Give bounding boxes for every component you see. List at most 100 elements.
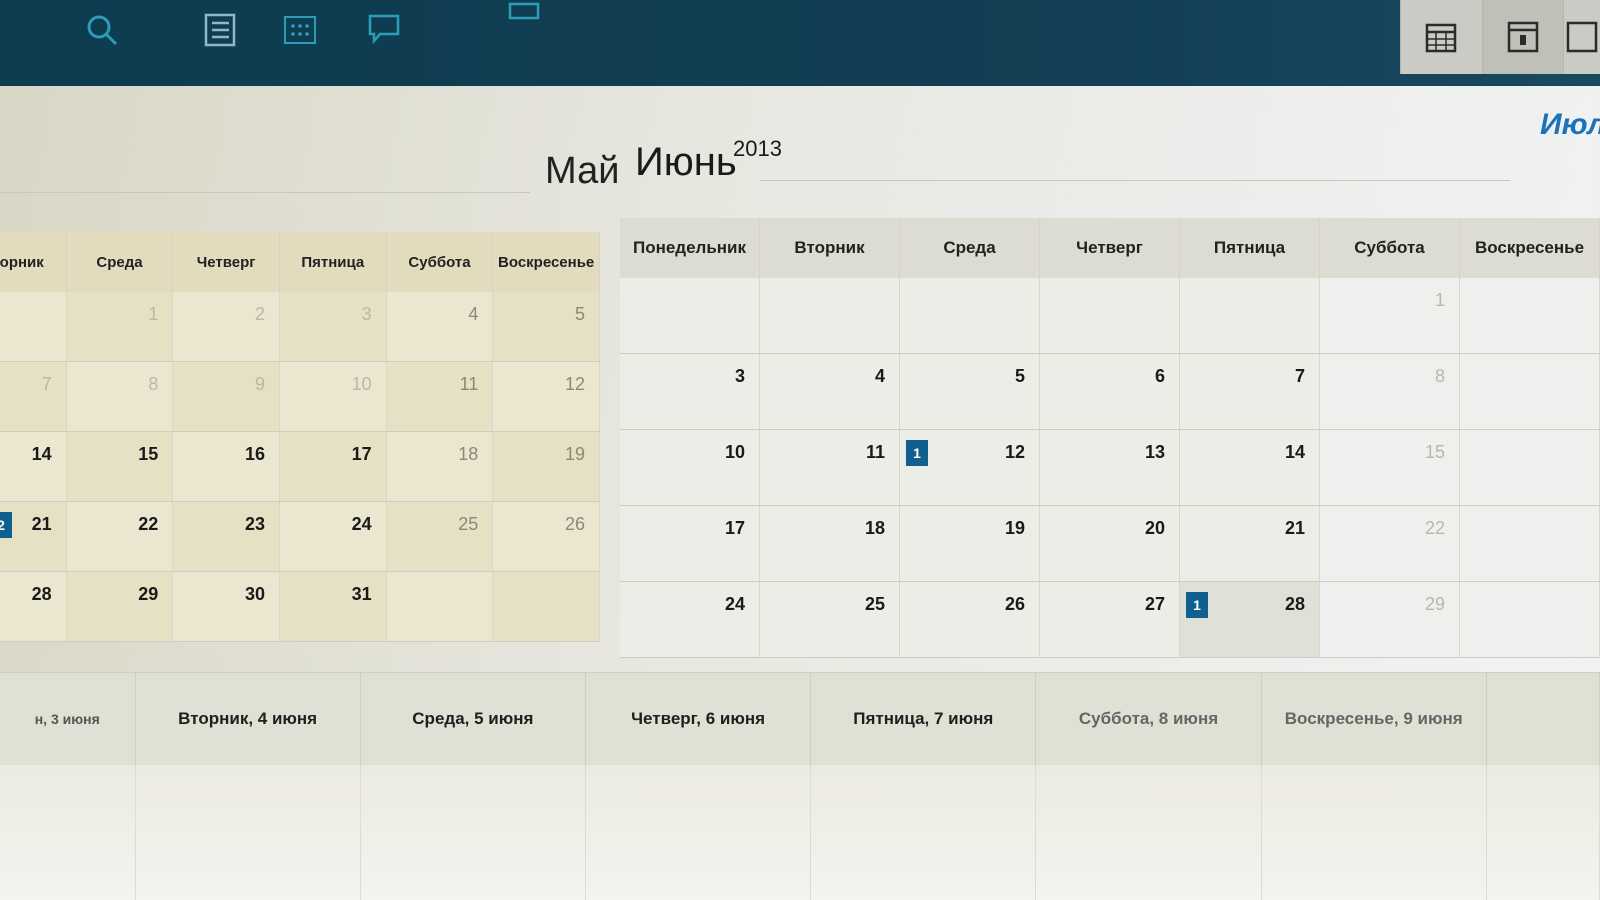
may-day-cell[interactable]: 17 — [279, 432, 387, 502]
day-number: 8 — [1434, 366, 1445, 386]
june-day-cell[interactable]: 25 — [760, 582, 900, 658]
month-view-button[interactable] — [1400, 0, 1482, 74]
week-day-header[interactable]: Вторник, 4 июня — [136, 673, 361, 765]
event-count-badge[interactable]: 1 — [906, 440, 928, 466]
june-day-cell[interactable]: 1 12 — [900, 430, 1040, 506]
june-day-cell[interactable]: 19 — [900, 506, 1040, 582]
june-day-cell[interactable] — [760, 278, 900, 354]
day-column[interactable] — [361, 765, 586, 900]
week-view-button[interactable] — [1563, 0, 1600, 74]
may-day-cell[interactable]: 19 — [493, 432, 600, 502]
previous-month-link[interactable]: Май — [545, 150, 619, 193]
week-day-header[interactable]: Воскресенье, 9 июня — [1262, 673, 1487, 765]
may-day-cell[interactable]: 25 — [386, 502, 494, 572]
may-day-cell[interactable] — [493, 572, 600, 642]
june-day-cell[interactable] — [1460, 278, 1600, 354]
may-day-cell[interactable]: 7 — [0, 362, 67, 432]
june-day-cell[interactable]: 22 — [1320, 506, 1460, 582]
day-column[interactable] — [136, 765, 361, 900]
may-day-cell[interactable]: 3 — [279, 292, 387, 362]
may-day-cell[interactable]: 10 — [279, 362, 387, 432]
june-day-cell[interactable]: 8 — [1320, 354, 1460, 430]
day-column[interactable] — [1036, 765, 1262, 900]
may-day-cell[interactable] — [0, 292, 67, 362]
week-day-header[interactable]: Среда, 5 июня — [361, 673, 586, 765]
june-day-cell[interactable] — [1460, 506, 1600, 582]
june-day-cell[interactable]: 6 — [1040, 354, 1180, 430]
search-button[interactable] — [78, 6, 126, 54]
week-day-header[interactable]: Суббота, 8 июня — [1036, 673, 1262, 765]
june-day-cell[interactable]: 29 — [1320, 582, 1460, 658]
event-count-badge[interactable]: 2 — [0, 512, 12, 538]
day-column[interactable] — [586, 765, 812, 900]
may-day-cell[interactable]: 29 — [66, 572, 174, 642]
june-day-cell[interactable]: 15 — [1320, 430, 1460, 506]
may-day-cell[interactable]: 30 — [173, 572, 280, 642]
may-day-cell[interactable]: 28 — [0, 572, 67, 642]
may-day-cell[interactable]: 31 — [279, 572, 387, 642]
day-number: 24 — [724, 594, 745, 614]
month-view-icon — [1426, 23, 1457, 53]
week-day-header[interactable]: н, 3 июня — [0, 673, 136, 765]
june-day-cell[interactable]: 14 — [1180, 430, 1320, 506]
grid-view-button[interactable] — [276, 6, 324, 54]
messages-button[interactable] — [360, 6, 408, 54]
may-day-cell[interactable]: 1 — [66, 292, 174, 362]
inbox-button[interactable] — [500, 0, 548, 38]
day-number: 12 — [564, 374, 585, 394]
june-day-cell[interactable]: 7 — [1180, 354, 1320, 430]
week-day-header[interactable]: Четверг, 6 июня — [586, 673, 812, 765]
june-day-cell[interactable]: 1 28 — [1180, 582, 1320, 658]
june-day-cell[interactable]: 27 — [1040, 582, 1180, 658]
may-day-cell[interactable]: 24 — [279, 502, 387, 572]
june-day-cell[interactable]: 11 — [760, 430, 900, 506]
june-day-cell[interactable] — [1460, 430, 1600, 506]
june-calendar-grid: Понедельник Вторник Среда Четверг Пятница Суб… — [620, 218, 1600, 658]
may-day-cell[interactable]: 16 — [173, 432, 280, 502]
day-view-button[interactable] — [1481, 0, 1563, 74]
june-day-cell[interactable]: 5 — [900, 354, 1040, 430]
june-day-cell[interactable] — [1040, 278, 1180, 354]
june-day-cell[interactable]: 1 — [1320, 278, 1460, 354]
may-day-cell[interactable]: 22 — [66, 502, 174, 572]
june-day-cell[interactable] — [620, 278, 760, 354]
june-day-cell[interactable] — [1460, 582, 1600, 658]
june-day-cell[interactable]: 13 — [1040, 430, 1180, 506]
june-day-cell[interactable] — [900, 278, 1040, 354]
may-weekday-header: Пятница — [279, 232, 387, 292]
day-number: 14 — [31, 444, 52, 464]
june-day-cell[interactable]: 20 — [1040, 506, 1180, 582]
day-column[interactable] — [1262, 765, 1487, 900]
may-day-cell[interactable]: 8 — [66, 362, 174, 432]
may-day-cell[interactable]: 2 — [173, 292, 280, 362]
june-day-cell[interactable]: 4 — [760, 354, 900, 430]
day-column[interactable] — [0, 765, 136, 900]
week-day-header[interactable]: Пятница, 7 июня — [811, 673, 1037, 765]
june-day-cell[interactable]: 10 — [620, 430, 760, 506]
may-day-cell[interactable]: 18 — [386, 432, 494, 502]
june-day-cell[interactable] — [1460, 354, 1600, 430]
next-month-link[interactable]: Июль — [1540, 108, 1600, 142]
may-day-cell[interactable]: 12 — [493, 362, 600, 432]
may-day-cell[interactable]: 9 — [173, 362, 280, 432]
june-weekday-header: Четверг — [1040, 218, 1180, 278]
may-day-cell[interactable]: +2 21 — [0, 502, 67, 572]
list-view-button[interactable] — [196, 6, 244, 54]
may-day-cell[interactable]: 614 — [0, 432, 67, 502]
june-day-cell[interactable]: 18 — [760, 506, 900, 582]
may-day-cell[interactable]: 4 — [386, 292, 494, 362]
may-day-cell[interactable]: 11 — [386, 362, 494, 432]
may-day-cell[interactable]: 26 — [493, 502, 600, 572]
day-column[interactable] — [811, 765, 1037, 900]
june-day-cell[interactable]: 26 — [900, 582, 1040, 658]
june-day-cell[interactable]: 21 — [1180, 506, 1320, 582]
june-day-cell[interactable]: 3 — [620, 354, 760, 430]
may-day-cell[interactable] — [386, 572, 494, 642]
may-day-cell[interactable]: 15 — [66, 432, 174, 502]
event-count-badge[interactable]: 1 — [1186, 592, 1208, 618]
may-day-cell[interactable]: 23 — [173, 502, 280, 572]
june-day-cell[interactable]: 17 — [620, 506, 760, 582]
may-day-cell[interactable]: 5 — [493, 292, 600, 362]
june-day-cell[interactable] — [1180, 278, 1320, 354]
june-day-cell[interactable]: 24 — [620, 582, 760, 658]
